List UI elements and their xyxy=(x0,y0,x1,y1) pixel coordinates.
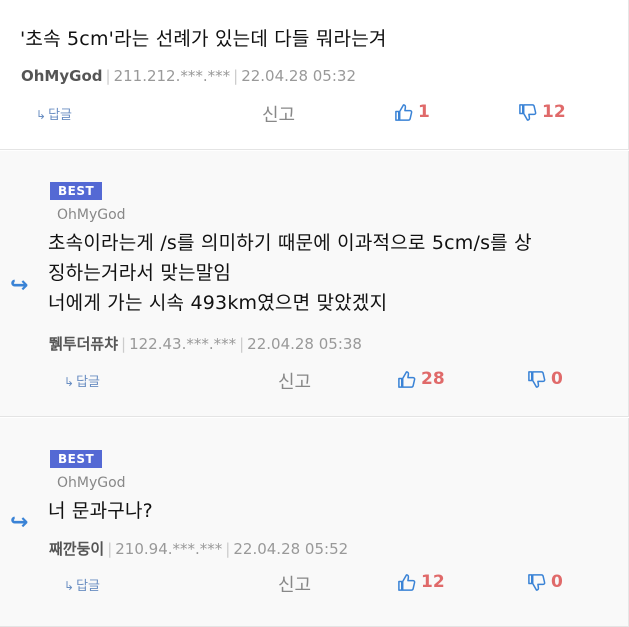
comment-body: 초속이라는게 /s를 의미하기 때문에 이과적으로 5cm/s를 상 징하는거라… xyxy=(48,228,532,318)
upvote-count: 1 xyxy=(418,102,430,122)
thumbs-down-icon xyxy=(528,573,546,591)
upvote-button[interactable]: 28 xyxy=(397,369,445,389)
reply-label: 답글 xyxy=(76,579,100,594)
reply-to-nick[interactable]: OhMyGod xyxy=(57,207,126,223)
reply-arrow-icon: ↳ xyxy=(64,579,75,593)
thumbs-up-icon xyxy=(395,103,413,121)
reply-arrow-icon: ↳ xyxy=(36,108,47,122)
meta-separator: | xyxy=(239,335,245,353)
comment-text-line: '초속 5cm'라는 선례가 있는데 다들 뭐라는겨 xyxy=(20,28,387,50)
reply-label: 답글 xyxy=(76,375,100,390)
upvote-button[interactable]: 1 xyxy=(394,102,430,122)
downvote-count: 0 xyxy=(551,369,563,389)
comment-text-line: 너에게 가는 시속 493km였으면 맞았겠지 xyxy=(48,292,388,314)
comment-text-line: 초속이라는게 /s를 의미하기 때문에 이과적으로 5cm/s를 상 xyxy=(48,232,532,254)
comment-meta: 째깐둥이 | 210.94.***.*** | 22.04.28 05:52 xyxy=(49,538,348,559)
thumbs-up-icon xyxy=(398,370,416,388)
report-button[interactable]: 신고 xyxy=(262,101,295,127)
thumbs-down-icon xyxy=(528,370,546,388)
comment-date: 22.04.28 05:38 xyxy=(247,335,362,353)
upvote-count: 28 xyxy=(421,369,445,389)
reply-button[interactable]: ↳ 답글 xyxy=(64,575,100,594)
downvote-button[interactable]: 0 xyxy=(527,369,563,389)
comment-item: ↪ BEST OhMyGod 초속이라는게 /s를 의미하기 때문에 이과적으로… xyxy=(0,151,629,417)
comment-text-line: 징하는거라서 맞는말임 xyxy=(48,262,232,284)
author-nick[interactable]: 째깐둥이 xyxy=(49,540,104,558)
reply-arrow-icon: ↳ xyxy=(64,375,75,389)
downvote-button[interactable]: 0 xyxy=(527,572,563,592)
meta-separator: | xyxy=(107,540,113,558)
comment-text-line: 너 문과구나? xyxy=(48,500,153,522)
comment-item: ↪ BEST OhMyGod 너 문과구나? 째깐둥이 | 210.94.***.*… xyxy=(0,418,629,627)
author-ip: 210.94.***.*** xyxy=(115,540,223,558)
best-badge: BEST xyxy=(50,450,103,468)
reply-indent-icon: ↪ xyxy=(10,510,29,535)
upvote-button[interactable]: 12 xyxy=(397,572,445,592)
comment-meta: 뛝투더퓨챠 | 122.43.***.*** | 22.04.28 05:38 xyxy=(49,333,362,354)
comment-date: 22.04.28 05:32 xyxy=(241,67,356,85)
thumbs-down-icon xyxy=(519,103,537,121)
thumbs-up-icon xyxy=(398,573,416,591)
meta-separator: | xyxy=(121,335,127,353)
report-button[interactable]: 신고 xyxy=(278,368,311,394)
report-button[interactable]: 신고 xyxy=(278,571,311,597)
downvote-count: 0 xyxy=(551,572,563,592)
reply-label: 답글 xyxy=(48,108,72,123)
reply-to-nick[interactable]: OhMyGod xyxy=(57,475,126,491)
comment-meta: OhMyGod | 211.212.***.*** | 22.04.28 05:32 xyxy=(21,67,356,85)
meta-separator: | xyxy=(225,540,231,558)
comment-item: '초속 5cm'라는 선례가 있는데 다들 뭐라는겨 OhMyGod | 211.2… xyxy=(0,0,629,150)
author-nick[interactable]: 뛝투더퓨챠 xyxy=(49,335,118,353)
author-nick[interactable]: OhMyGod xyxy=(21,67,103,85)
comment-body: 너 문과구나? xyxy=(48,496,153,526)
reply-indent-icon: ↪ xyxy=(10,273,29,298)
meta-separator: | xyxy=(233,67,239,85)
downvote-count: 12 xyxy=(542,102,566,122)
author-ip: 211.212.***.*** xyxy=(113,67,231,85)
best-badge: BEST xyxy=(50,182,103,200)
reply-button[interactable]: ↳ 답글 xyxy=(64,371,100,390)
reply-button[interactable]: ↳ 답글 xyxy=(36,104,72,123)
downvote-button[interactable]: 12 xyxy=(518,102,566,122)
comment-body: '초속 5cm'라는 선례가 있는데 다들 뭐라는겨 xyxy=(20,24,387,54)
author-ip: 122.43.***.*** xyxy=(129,335,237,353)
upvote-count: 12 xyxy=(421,572,445,592)
meta-separator: | xyxy=(105,67,111,85)
comment-date: 22.04.28 05:52 xyxy=(233,540,349,558)
